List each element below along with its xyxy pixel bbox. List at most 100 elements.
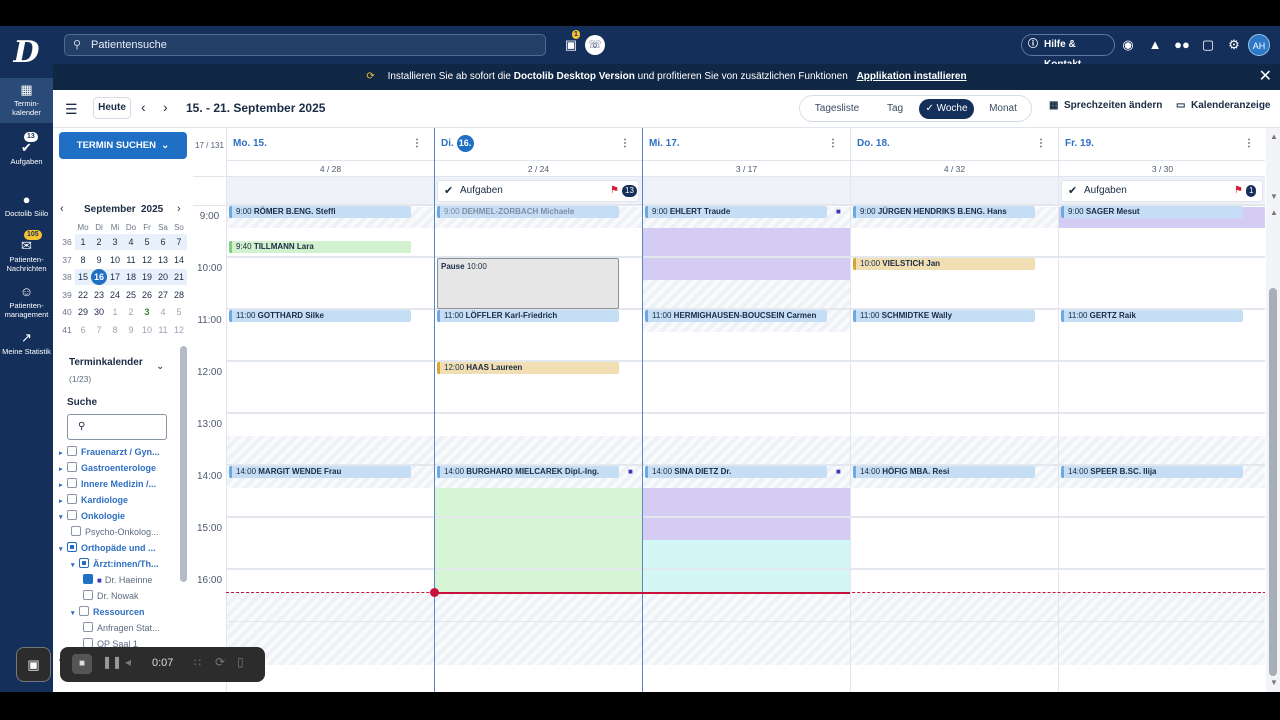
- appointment[interactable]: 9:40 TILLMANN Lara: [229, 240, 411, 253]
- chevron-right-icon[interactable]: ›: [163, 99, 168, 115]
- chevron-down-icon[interactable]: ▾: [59, 513, 67, 521]
- mini-cal-day[interactable]: 30: [91, 304, 107, 320]
- checkbox[interactable]: [83, 622, 93, 632]
- sidebar-item-0[interactable]: ▦ Termin- kalender: [0, 78, 53, 123]
- appointment[interactable]: 11:00 SCHMIDTKE Wally: [853, 310, 1035, 322]
- checkbox[interactable]: [67, 462, 77, 472]
- phone-icon[interactable]: ☏: [585, 35, 605, 55]
- mini-cal-year[interactable]: 2025: [141, 204, 163, 215]
- mini-cal-day[interactable]: 12: [139, 252, 155, 268]
- mini-cal-day[interactable]: 21: [171, 269, 187, 285]
- appointment[interactable]: 14:00 HÖFIG MBA. Resi: [853, 466, 1035, 478]
- appointment[interactable]: 11:00 GERTZ Raik: [1061, 310, 1243, 322]
- sidebar-item-4[interactable]: ☺ Patienten- management: [0, 280, 53, 325]
- gear-icon[interactable]: ⚙: [1224, 35, 1244, 55]
- megaphone-icon[interactable]: ▲: [1145, 35, 1165, 55]
- checkbox[interactable]: [83, 590, 93, 600]
- chevron-right-icon[interactable]: ▸: [59, 497, 67, 505]
- tree-item[interactable]: Dr. Nowak: [83, 590, 173, 601]
- day-header[interactable]: Mo. 15. ⋮: [226, 128, 434, 160]
- appointment[interactable]: 9:00 SAGER Mesut: [1061, 206, 1243, 218]
- more-menu-icon[interactable]: ⋮: [412, 128, 422, 160]
- tree-item[interactable]: ▸ Frauenarzt / Gyn...: [59, 446, 173, 457]
- checkbox[interactable]: [67, 494, 77, 504]
- more-menu-icon[interactable]: ⋮: [1036, 128, 1046, 160]
- mini-cal-day[interactable]: 2: [91, 234, 107, 250]
- lock-icon[interactable]: ▢: [1198, 35, 1218, 55]
- close-icon[interactable]: ✕: [1259, 64, 1272, 90]
- mini-cal-day[interactable]: 4: [155, 304, 171, 320]
- chevron-right-icon[interactable]: ▸: [59, 465, 67, 473]
- mini-cal-day[interactable]: 24: [107, 287, 123, 303]
- checkbox[interactable]: [67, 510, 77, 520]
- appointment[interactable]: 11:00 LÖFFLER Karl-Friedrich: [437, 310, 619, 322]
- sidebar-item-5[interactable]: ↗ Meine Statistik: [0, 326, 53, 362]
- mini-cal-day[interactable]: 16: [91, 269, 107, 285]
- mini-cal-day[interactable]: 28: [171, 287, 187, 303]
- appointment[interactable]: 14:00 MARGIT WENDE Frau: [229, 466, 411, 478]
- install-link[interactable]: Applikation installieren: [857, 71, 967, 82]
- opening-hours-link[interactable]: ▦ Sprechzeiten ändern: [1049, 100, 1162, 111]
- mini-cal-month[interactable]: September: [84, 204, 136, 215]
- appointment[interactable]: 12:00 HAAS Laureen: [437, 362, 619, 374]
- checkbox[interactable]: [79, 606, 89, 616]
- restart-icon[interactable]: ⟳: [215, 655, 225, 669]
- find-appointment-button[interactable]: TERMIN SUCHEN ⌄: [59, 132, 187, 159]
- mini-cal-day[interactable]: 5: [171, 304, 187, 320]
- chevron-right-icon[interactable]: ▸: [59, 481, 67, 489]
- tasks-box[interactable]: ✔ Aufgaben ⚑ 1: [1061, 180, 1263, 202]
- mini-cal-day[interactable]: 10: [107, 252, 123, 268]
- mini-cal-day[interactable]: 3: [139, 304, 155, 320]
- calendar-scrollbar[interactable]: ▲ ▼ ▲ ▼: [1266, 128, 1280, 692]
- checkbox[interactable]: [67, 478, 77, 488]
- chevron-left-icon[interactable]: ‹: [141, 99, 146, 115]
- scroll-up-icon[interactable]: ▲: [1270, 208, 1278, 217]
- sidebar-item-1[interactable]: ✔ Aufgaben 13: [0, 132, 53, 172]
- chevron-down-icon[interactable]: ▾: [59, 545, 67, 553]
- grid-icon[interactable]: ∷: [194, 656, 201, 669]
- eye-icon[interactable]: ◉: [1118, 35, 1138, 55]
- checkbox[interactable]: [83, 574, 93, 584]
- more-menu-icon[interactable]: ⋮: [828, 128, 838, 160]
- tree-item[interactable]: ▾ Ressourcen: [71, 606, 173, 617]
- appointment[interactable]: 9:00 RÖMER B.ENG. Steffi: [229, 206, 411, 218]
- notifications-icon[interactable]: ▣ 1: [561, 30, 581, 55]
- mini-cal-day[interactable]: 22: [75, 287, 91, 303]
- view-tagesliste[interactable]: Tagesliste: [806, 99, 868, 119]
- scroll-up-icon[interactable]: ▲: [1270, 132, 1278, 141]
- appointment[interactable]: 9:00 EHLERT Traude: [645, 206, 827, 218]
- mini-cal-day[interactable]: 6: [155, 234, 171, 250]
- display-settings-link[interactable]: ▭ Kalenderanzeige: [1176, 100, 1271, 111]
- tree-item[interactable]: ■ Dr. Haeinne: [83, 574, 173, 585]
- mini-cal-day[interactable]: 11: [155, 322, 171, 338]
- tree-item[interactable]: ▾ Onkologie: [59, 510, 173, 521]
- mini-cal-day[interactable]: 17: [107, 269, 123, 285]
- mini-cal-day[interactable]: 27: [155, 287, 171, 303]
- today-button[interactable]: Heute: [93, 97, 131, 119]
- checkbox[interactable]: [67, 446, 77, 456]
- chevron-down-icon[interactable]: ⌄: [156, 361, 164, 372]
- mini-cal-day[interactable]: 7: [171, 234, 187, 250]
- day-header[interactable]: Mi. 17. ⋮: [642, 128, 850, 160]
- tree-item[interactable]: Psycho-Onkolog...: [71, 526, 173, 537]
- mini-cal-day[interactable]: 8: [75, 252, 91, 268]
- team-icon[interactable]: ●●: [1172, 35, 1192, 55]
- mini-cal-day[interactable]: 15: [75, 269, 91, 285]
- tree-item[interactable]: ▸ Kardiologe: [59, 494, 173, 505]
- scroll-thumb[interactable]: [1269, 288, 1277, 676]
- stop-icon[interactable]: ■: [72, 654, 92, 674]
- checkbox[interactable]: [79, 558, 89, 568]
- sidebar-item-2[interactable]: ● Doctolib Siilo: [0, 188, 53, 224]
- view-tag[interactable]: Tag: [872, 99, 918, 119]
- tree-item[interactable]: ▾ Ärzt:innen/Th...: [71, 558, 173, 569]
- mini-cal-day[interactable]: 6: [75, 322, 91, 338]
- scroll-down-icon[interactable]: ▼: [1270, 192, 1278, 201]
- mini-cal-day[interactable]: 12: [171, 322, 187, 338]
- chevron-right-icon[interactable]: ▸: [59, 449, 67, 457]
- mini-cal-day[interactable]: 1: [75, 234, 91, 250]
- checkbox[interactable]: [71, 526, 81, 536]
- left-scrollbar[interactable]: [180, 346, 187, 582]
- sidebar-item-3[interactable]: ✉ Patienten- Nachrichten 105: [0, 230, 53, 279]
- menu-icon[interactable]: ☰: [65, 101, 78, 118]
- trash-icon[interactable]: ▯: [237, 655, 244, 669]
